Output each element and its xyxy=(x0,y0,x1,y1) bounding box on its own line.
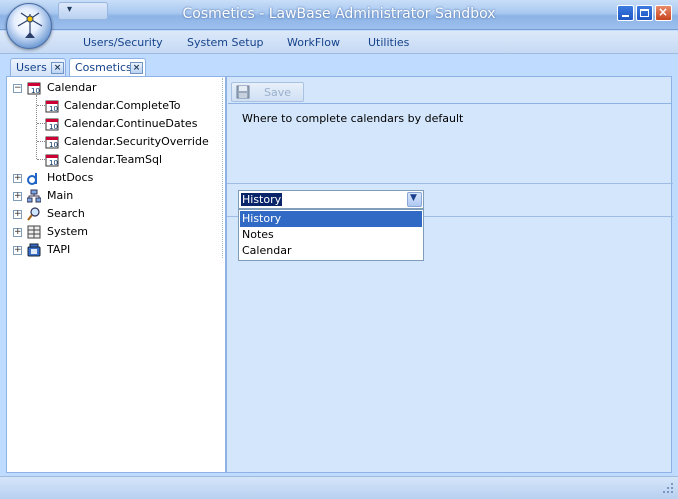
window-title: Cosmetics - LawBase Administrator Sandbo… xyxy=(182,6,496,22)
save-icon xyxy=(236,85,250,99)
calendar-icon: 10 xyxy=(27,82,41,95)
close-tab-icon[interactable]: × xyxy=(51,62,64,74)
menu-system-setup[interactable]: System Setup xyxy=(187,36,264,49)
tab-cosmetics[interactable]: Cosmetics × xyxy=(69,58,146,77)
tree-connector xyxy=(37,141,45,142)
expand-icon[interactable]: + xyxy=(13,174,22,183)
calendar-icon: 10 xyxy=(45,154,59,167)
phone-icon xyxy=(27,243,41,257)
svg-text:10: 10 xyxy=(49,159,58,167)
save-label: Save xyxy=(264,86,292,99)
ribbon-menu: Users/Security System Setup WorkFlow Uti… xyxy=(0,31,678,54)
option-calendar[interactable]: Calendar xyxy=(240,243,422,259)
calendar-icon: 10 xyxy=(45,118,59,131)
selected-value: History xyxy=(241,193,283,206)
default-location-select[interactable]: History ▼ xyxy=(238,190,424,209)
tab-label: Users xyxy=(16,61,47,74)
svg-text:10: 10 xyxy=(31,87,40,95)
tree-connector xyxy=(37,123,45,124)
app-menu-button[interactable] xyxy=(6,3,52,49)
dropdown-button[interactable]: ▼ xyxy=(407,192,422,207)
tree-label: Calendar xyxy=(47,81,97,94)
tree-connector xyxy=(37,159,45,160)
close-button[interactable]: × xyxy=(655,5,672,21)
dropdown-list: History Notes Calendar xyxy=(238,209,424,261)
tree-label: TAPI xyxy=(47,243,71,256)
calendar-icon: 10 xyxy=(45,136,59,149)
document-tabs: Users × Cosmetics × xyxy=(0,54,678,77)
network-icon xyxy=(27,189,41,203)
option-history[interactable]: History xyxy=(240,211,422,227)
close-tab-icon[interactable]: × xyxy=(130,62,143,74)
option-notes[interactable]: Notes xyxy=(240,227,422,243)
expand-icon[interactable]: + xyxy=(13,228,22,237)
maximize-button[interactable] xyxy=(636,5,653,21)
expand-icon[interactable]: + xyxy=(13,210,22,219)
svg-text:10: 10 xyxy=(49,141,58,149)
status-bar xyxy=(0,476,678,499)
menu-users-security[interactable]: Users/Security xyxy=(83,36,163,49)
grid-icon xyxy=(27,225,41,239)
tree-label: Calendar.TeamSql xyxy=(64,153,163,166)
pane-splitter[interactable] xyxy=(222,78,225,258)
tree-label: Calendar.ContinueDates xyxy=(64,117,198,130)
chevron-down-icon: ▼ xyxy=(410,193,417,203)
tab-label: Cosmetics xyxy=(75,61,132,74)
settings-tree: − 10 Calendar 10 Calendar.CompleteTo 10 … xyxy=(6,76,226,473)
tree-label: Calendar.CompleteTo xyxy=(64,99,181,112)
setting-description: Where to complete calendars by default xyxy=(242,112,464,125)
scales-logo-icon xyxy=(17,12,43,38)
expand-icon[interactable]: + xyxy=(13,246,22,255)
title-bar: ▾ Cosmetics - LawBase Administrator Sand… xyxy=(0,0,678,30)
tree-label: HotDocs xyxy=(47,171,94,184)
expand-icon[interactable]: + xyxy=(13,192,22,201)
hotdocs-icon xyxy=(27,173,37,185)
collapse-icon[interactable]: − xyxy=(13,84,22,93)
setting-detail-pane: Save Where to complete calendars by defa… xyxy=(226,76,673,473)
tree-label: Main xyxy=(47,189,74,202)
divider xyxy=(227,183,673,184)
svg-text:10: 10 xyxy=(49,123,58,131)
svg-text:10: 10 xyxy=(49,105,58,113)
minimize-icon xyxy=(622,15,629,17)
tree-label: Search xyxy=(47,207,85,220)
search-icon xyxy=(27,207,40,221)
minimize-button[interactable] xyxy=(617,5,634,21)
save-button[interactable]: Save xyxy=(231,82,304,102)
tree-connector xyxy=(37,105,45,106)
close-icon: × xyxy=(658,5,669,19)
tree-label: Calendar.SecurityOverride xyxy=(64,135,209,148)
resize-grip-icon[interactable] xyxy=(660,483,674,495)
menu-workflow[interactable]: WorkFlow xyxy=(287,36,340,49)
menu-utilities[interactable]: Utilities xyxy=(368,36,409,49)
maximize-icon xyxy=(640,9,649,17)
tree-label: System xyxy=(47,225,89,238)
tab-users[interactable]: Users × xyxy=(10,58,66,76)
calendar-icon: 10 xyxy=(45,100,59,113)
detail-toolbar: Save xyxy=(228,80,671,104)
